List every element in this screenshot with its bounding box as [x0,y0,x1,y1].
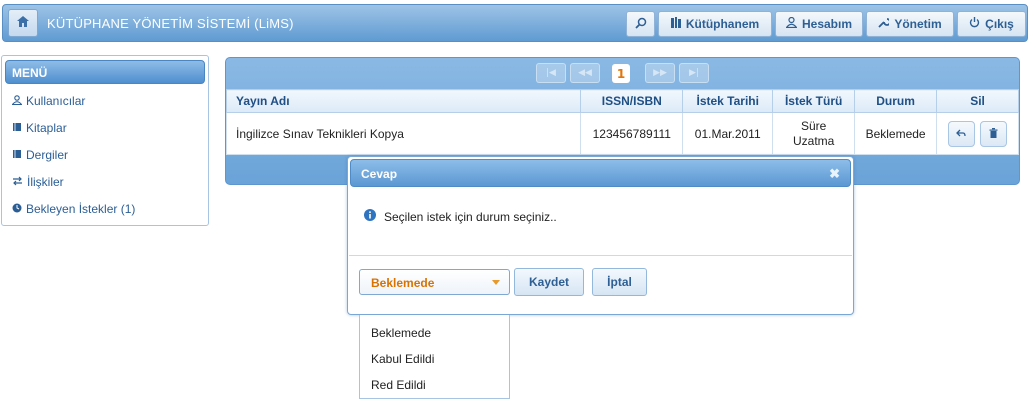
home-icon [17,16,29,30]
cikis-button[interactable]: Çıkış [957,11,1026,37]
list-item[interactable]: Red Edildi [371,378,426,392]
column-header[interactable]: İstek Türü [772,89,856,113]
dialog-message: Seçilen istek için durum seçiniz.. [364,209,557,224]
tarih-cell: 01.Mar.2011 [682,112,774,155]
reply-button[interactable] [947,120,975,147]
menu-heading: MENÜ [5,60,205,84]
column-header: Sil [936,89,1019,113]
book-icon [12,121,22,135]
users-icon [11,94,23,108]
search-icon [634,17,647,32]
power-icon [969,17,980,31]
delete-button[interactable] [980,120,1008,147]
home-button[interactable] [8,9,38,37]
dialog-titlebar: Cevap ✖ [350,159,851,187]
hesabim-button[interactable]: Hesabım [775,11,863,37]
list-item[interactable]: Kabul Edildi [371,352,434,366]
library-icon [670,17,681,31]
sidebar-item-kullanicilar[interactable]: Kullanıcılar [11,92,85,110]
column-header[interactable]: İstek Tarihi [682,89,774,113]
status-dropdown-list: Beklemede Kabul Edildi Red Edildi [359,315,510,399]
cancel-button[interactable]: İptal [592,268,647,296]
status-select[interactable]: Beklemede [359,269,510,295]
search-button[interactable] [626,11,655,37]
trash-icon [989,127,998,141]
issn-cell: 123456789111 [580,112,684,155]
response-dialog: Cevap ✖ Seçilen istek için durum seçiniz… [347,156,854,315]
close-icon[interactable]: ✖ [829,166,840,182]
actions-cell [936,112,1019,155]
app-title: KÜTÜPHANE YÖNETİM SİSTEMİ (LiMS) [47,16,294,31]
first-page-button[interactable]: |◀ [536,63,566,83]
prev-page-button[interactable]: ◀◀ [570,63,600,83]
info-icon [364,209,376,224]
sidebar-item-iliskiler[interactable]: İlişkiler [12,173,64,191]
dialog-title: Cevap [361,167,398,181]
durum-cell: Beklemede [854,112,938,155]
table-row[interactable]: İngilizce Sınav Teknikleri Kopya 1234567… [225,112,1019,155]
last-page-button[interactable]: ▶| [679,63,709,83]
sidebar-item-bekleyen-istekler[interactable]: Bekleyen İstekler (1) [12,200,135,218]
user-icon [785,16,798,31]
sidebar-item-kitaplar[interactable]: Kitaplar [12,119,67,137]
next-page-button[interactable]: ▶▶ [645,63,675,83]
current-page[interactable]: 1 [612,64,630,83]
dialog-separator [349,255,852,256]
requests-table: Yayın Adı ISSN/ISBN İstek Tarihi İstek T… [225,89,1019,155]
clock-icon [12,202,22,216]
column-header[interactable]: ISSN/ISBN [580,89,684,113]
sidebar: MENÜ Kullanıcılar Kitaplar Dergiler İliş… [1,55,209,226]
magazine-icon [12,148,22,162]
kutuphanem-button[interactable]: Kütüphanem [658,11,772,37]
yayin-adi-cell: İngilizce Sınav Teknikleri Kopya [225,112,582,155]
wrench-icon [878,17,892,31]
reply-icon [956,127,967,141]
sidebar-item-dergiler[interactable]: Dergiler [12,146,68,164]
list-item[interactable]: Beklemede [371,326,431,340]
relations-icon [12,175,23,189]
column-header[interactable]: Durum [854,89,938,113]
save-button[interactable]: Kaydet [514,268,584,296]
tur-cell: Süre Uzatma [772,112,856,155]
pager: |◀ ◀◀ 1 ▶▶ ▶| [226,63,1019,85]
table-header-row: Yayın Adı ISSN/ISBN İstek Tarihi İstek T… [225,89,1019,113]
column-header[interactable]: Yayın Adı [225,89,582,113]
top-header: KÜTÜPHANE YÖNETİM SİSTEMİ (LiMS) Kütüpha… [2,4,1028,42]
yonetim-button[interactable]: Yönetim [866,11,954,37]
chevron-down-icon [492,280,500,285]
